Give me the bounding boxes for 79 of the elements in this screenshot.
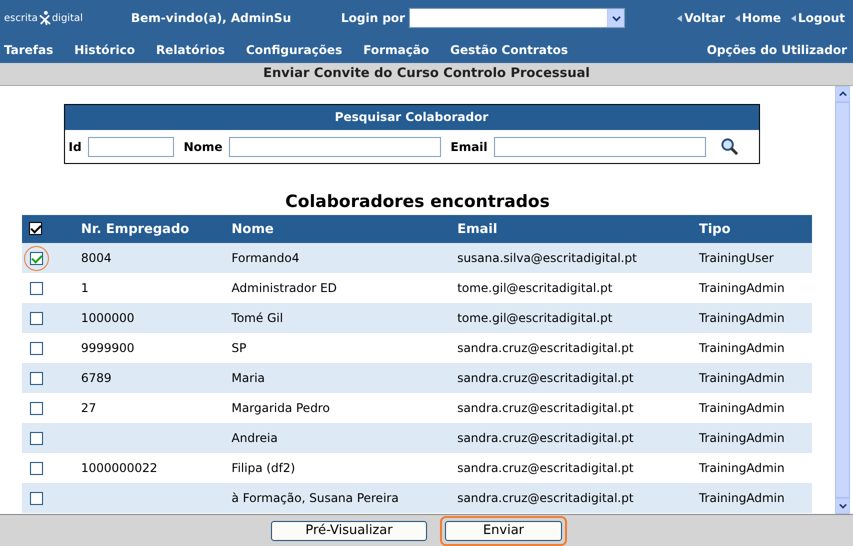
action-button[interactable]: Enviar	[445, 520, 562, 540]
login-label: Login por	[341, 11, 406, 25]
table-cell: TrainingAdmin	[698, 461, 785, 475]
field-label: Email	[450, 140, 488, 154]
nav-link[interactable]: Voltar	[677, 11, 726, 25]
table-cell: 9999900	[81, 341, 134, 355]
column-header: Tipo	[698, 222, 731, 236]
table-cell: sandra.cruz@escritadigital.pt	[457, 371, 634, 385]
menu-item[interactable]: Configurações	[246, 42, 342, 56]
search-panel-title: Pesquisar Colaborador	[64, 105, 758, 130]
scroll-up-icon[interactable]	[835, 86, 850, 102]
select-all-checkbox[interactable]	[29, 222, 42, 236]
row-checkbox[interactable]	[30, 312, 43, 324]
column-header: Nr. Empregado	[81, 222, 190, 236]
table-cell: tome.gil@escritadigital.pt	[457, 281, 612, 295]
row-checkbox[interactable]	[30, 282, 43, 294]
table-cell: 8004	[81, 251, 112, 265]
column-header: Email	[457, 222, 498, 236]
table-cell: sandra.cruz@escritadigital.pt	[457, 461, 634, 475]
table-cell: Filipa (df2)	[232, 461, 296, 475]
table-cell: TrainingAdmin	[698, 311, 785, 325]
nav-link[interactable]: Logout	[790, 11, 845, 25]
menu-item[interactable]: Formação	[363, 42, 430, 56]
column-header: Nome	[232, 222, 274, 236]
input-field[interactable]	[88, 136, 174, 156]
table-cell: sandra.cruz@escritadigital.pt	[457, 491, 634, 505]
search-icon[interactable]	[720, 137, 739, 156]
row-checkbox[interactable]	[30, 342, 43, 354]
table-cell: Andreia	[232, 431, 278, 445]
table-cell: Formando4	[232, 251, 300, 265]
table-cell: à Formação, Susana Pereira	[232, 491, 399, 505]
scrollbar[interactable]	[835, 86, 850, 514]
table-cell: Administrador ED	[232, 281, 337, 295]
arrow-icon	[790, 14, 796, 22]
menu-item[interactable]: Tarefas	[4, 42, 54, 56]
input-field[interactable]	[494, 136, 706, 156]
nav-link[interactable]: Home	[735, 11, 781, 25]
table-cell: TrainingUser	[698, 251, 774, 265]
table-cell: 1000000	[81, 311, 134, 325]
row-checkbox[interactable]	[30, 372, 43, 384]
welcome-text: Bem-vindo(a), AdminSu	[131, 11, 292, 25]
menu-item[interactable]: Gestão Contratos	[450, 42, 568, 56]
table-cell: TrainingAdmin	[698, 371, 785, 385]
action-button[interactable]: Pré-Visualizar	[271, 520, 427, 540]
field-label: Id	[68, 140, 82, 154]
field-label: Nome	[184, 140, 222, 154]
table-cell: TrainingAdmin	[698, 281, 785, 295]
table-cell: sandra.cruz@escritadigital.pt	[457, 431, 634, 445]
logo: escrita digital	[4, 10, 124, 26]
table-cell: susana.silva@escritadigital.pt	[457, 251, 637, 265]
table-cell: TrainingAdmin	[698, 401, 785, 415]
arrow-icon	[677, 14, 682, 22]
menu-item[interactable]: Histórico	[74, 42, 135, 56]
row-checkbox[interactable]	[30, 462, 43, 474]
table-cell: tome.gil@escritadigital.pt	[457, 311, 612, 325]
user-options-link[interactable]: Opções do Utilizador	[706, 42, 847, 56]
arrow-icon	[735, 14, 740, 22]
menu-item[interactable]: Relatórios	[156, 42, 225, 56]
page-title: Enviar Convite do Curso Controlo Processual	[0, 63, 853, 86]
row-checkbox[interactable]	[30, 432, 43, 444]
table-cell: Margarida Pedro	[232, 401, 330, 415]
row-checkbox[interactable]	[30, 402, 43, 414]
table-cell: 1000000022	[81, 461, 158, 475]
row-checkbox[interactable]	[30, 492, 43, 504]
table-cell: SP	[232, 341, 246, 355]
row-checkbox[interactable]	[30, 252, 43, 264]
table-cell: Maria	[232, 371, 265, 385]
table-cell: sandra.cruz@escritadigital.pt	[457, 401, 634, 415]
results-title: Colaboradores encontrados	[285, 192, 550, 212]
table-cell: 6789	[81, 371, 112, 385]
table-cell: TrainingAdmin	[698, 491, 785, 505]
table-cell: 1	[81, 281, 89, 295]
table-cell: Tomé Gil	[232, 311, 284, 325]
table-cell: TrainingAdmin	[698, 431, 785, 445]
scroll-down-icon[interactable]	[835, 498, 850, 514]
table-cell: 27	[81, 401, 96, 415]
table-cell: TrainingAdmin	[698, 341, 785, 355]
table-cell: sandra.cruz@escritadigital.pt	[457, 341, 634, 355]
input-field[interactable]	[228, 136, 440, 156]
